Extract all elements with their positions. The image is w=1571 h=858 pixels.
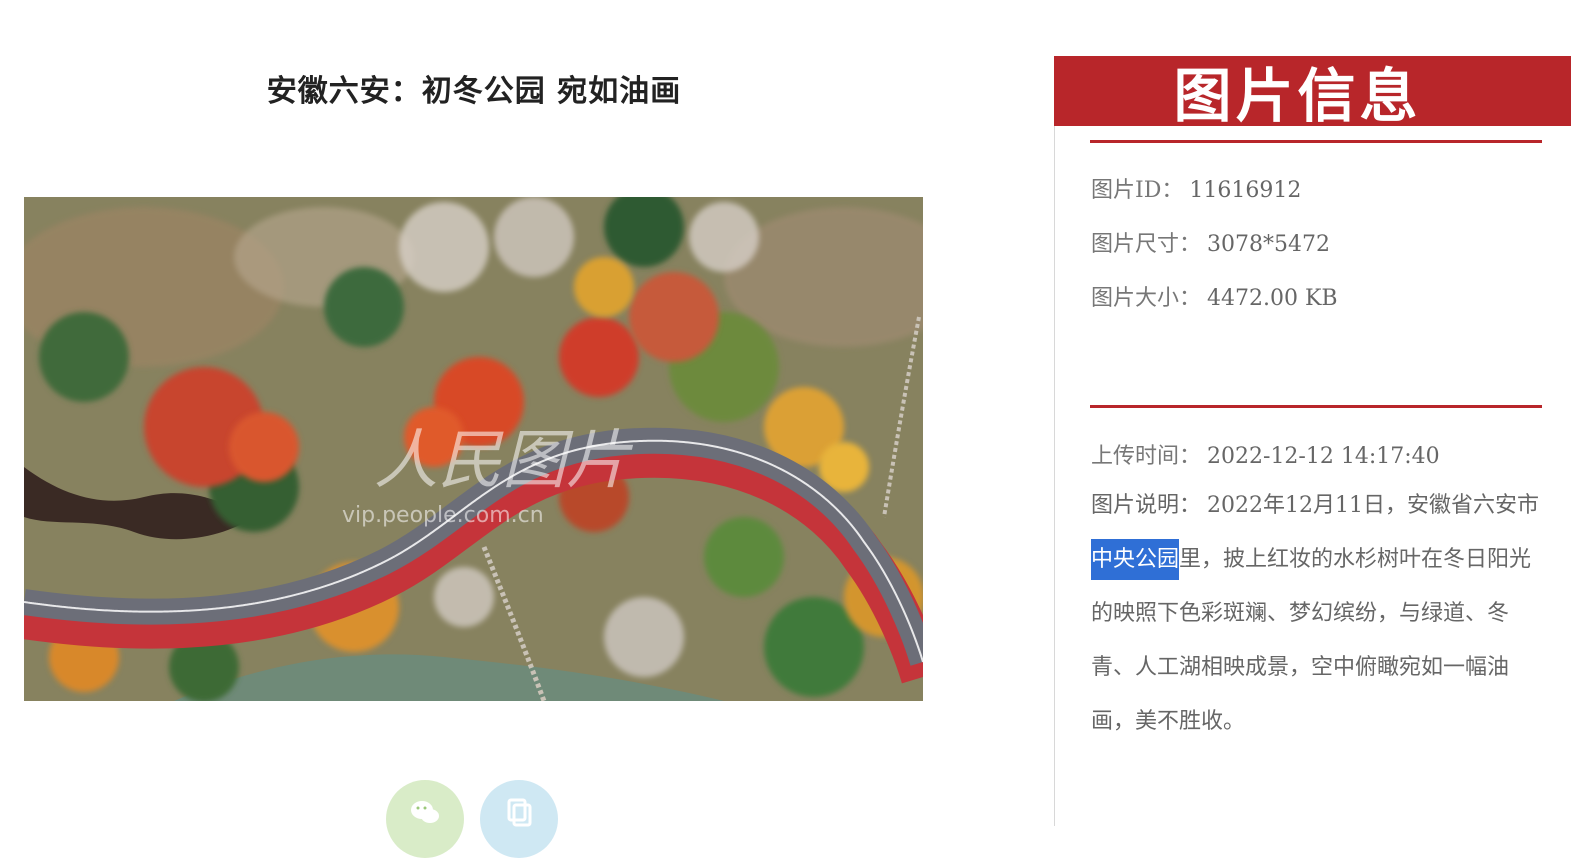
- photo-illustration: 人民图片 vip.people.com.cn: [24, 197, 923, 701]
- share-wechat-button[interactable]: [386, 780, 464, 858]
- image-dims-label: 图片尺寸：: [1091, 232, 1202, 257]
- section-divider-middle: [1090, 405, 1542, 408]
- description-label: 图片说明：: [1091, 493, 1202, 518]
- panel-divider: [1054, 56, 1055, 826]
- wechat-icon: [411, 801, 439, 823]
- article-area: 安徽六安：初冬公园 宛如油画 人民图片 vip.people.com.cn: [0, 0, 1054, 858]
- upload-time-row: 上传时间： 2022-12-12 14:17:40: [1091, 438, 1440, 470]
- info-panel-header: 图片信息: [1054, 56, 1571, 130]
- description-selected-text: 中央公园: [1091, 539, 1180, 580]
- image-id-label: 图片ID：: [1091, 178, 1184, 203]
- description-text-before: 2022年12月11日，安徽省六安市: [1207, 493, 1539, 518]
- section-divider-top: [1090, 140, 1542, 143]
- copy-icon: [507, 798, 532, 827]
- watermark-logo-text: 人民图片: [374, 424, 634, 498]
- info-panel-title: 图片信息: [1173, 62, 1422, 130]
- image-dims-value: 3078*5472: [1207, 232, 1330, 257]
- image-size-value: 4472.00 KB: [1207, 286, 1338, 311]
- upload-time-value: 2022-12-12 14:17:40: [1207, 444, 1440, 469]
- copy-link-button[interactable]: [480, 780, 558, 858]
- image-id-value: 11616912: [1189, 178, 1302, 203]
- image-size-label: 图片大小：: [1091, 286, 1202, 311]
- aerial-park-photo[interactable]: 人民图片 vip.people.com.cn: [24, 197, 923, 701]
- page-title: 安徽六安：初冬公园 宛如油画: [266, 74, 682, 109]
- upload-time-label: 上传时间：: [1091, 444, 1202, 469]
- image-size-row: 图片大小： 4472.00 KB: [1091, 280, 1338, 312]
- image-dims-row: 图片尺寸： 3078*5472: [1091, 226, 1330, 258]
- image-id-row: 图片ID： 11616912: [1091, 172, 1301, 204]
- watermark-url-text: vip.people.com.cn: [342, 503, 544, 528]
- image-description[interactable]: 图片说明： 2022年12月11日，安徽省六安市中央公园里，披上红妆的水杉树叶在冬…: [1091, 479, 1541, 749]
